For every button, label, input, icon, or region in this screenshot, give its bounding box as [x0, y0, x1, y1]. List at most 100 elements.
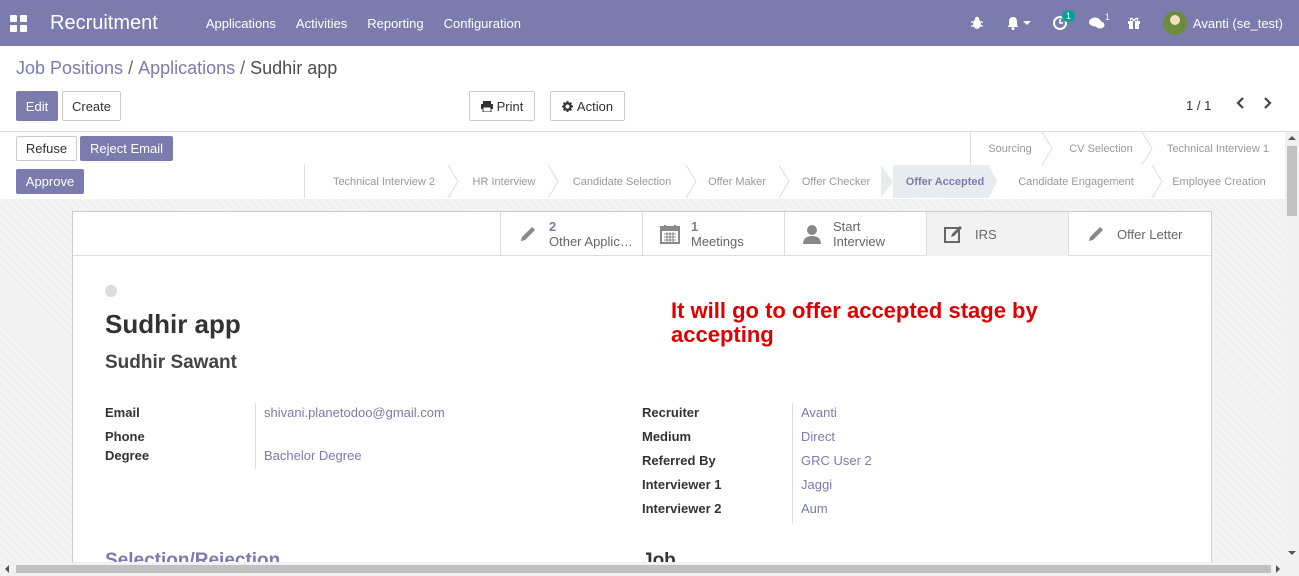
gift-icon[interactable]: [1127, 16, 1141, 30]
breadcrumb-separator: /: [240, 58, 246, 78]
smart-button-bar: 2 Other Applic… 1 Meetings Start Interview …: [73, 212, 1211, 256]
stage-chevron: [778, 165, 790, 198]
stage-chevron: [881, 165, 893, 198]
recruiter-value[interactable]: Avanti: [801, 405, 837, 420]
edit-square-icon: [943, 223, 965, 245]
refuse-button[interactable]: Refuse: [16, 136, 77, 161]
candidate-name: Sudhir Sawant: [105, 352, 237, 373]
email-label: Email: [105, 405, 140, 420]
menu-applications[interactable]: Applications: [206, 16, 276, 31]
other-applications-button[interactable]: 2 Other Applic…: [500, 212, 642, 256]
reject-email-button[interactable]: Reject Email: [80, 136, 173, 161]
breadcrumb-current: Sudhir app: [250, 58, 338, 78]
meetings-count: 1: [691, 219, 699, 234]
apps-menu-icon[interactable]: [0, 0, 36, 46]
start-interview-label-1: Start: [833, 219, 861, 234]
user-avatar[interactable]: [1162, 11, 1187, 35]
stages-row-1: Sourcing CV Selection Technical Intervie…: [970, 132, 1285, 165]
irs-button[interactable]: IRS: [926, 212, 1068, 256]
messages-chat-icon[interactable]: 1: [1088, 12, 1110, 30]
breadcrumb-job-positions[interactable]: Job Positions: [16, 58, 123, 78]
print-label: Print: [496, 98, 524, 114]
interviewer-1-label: Interviewer 1: [642, 477, 722, 492]
action-label: Action: [576, 98, 614, 114]
start-interview-label-2: Interview: [833, 234, 886, 249]
stage-offer-accepted[interactable]: Offer Accepted: [893, 165, 997, 198]
scroll-up-icon[interactable]: [1288, 135, 1296, 141]
top-navbar: Recruitment Applications Activities Repo…: [0, 0, 1299, 46]
stage-chevron: [447, 165, 459, 198]
menu-configuration[interactable]: Configuration: [444, 16, 521, 31]
degree-value[interactable]: Bachelor Degree: [264, 448, 362, 463]
create-button[interactable]: Create: [62, 91, 121, 121]
calendar-icon: [659, 223, 681, 245]
pager-next-icon[interactable]: [1263, 96, 1273, 115]
offer-letter-button[interactable]: Offer Letter: [1068, 212, 1211, 256]
referred-by-value[interactable]: GRC User 2: [801, 453, 872, 468]
stage-technical-interview-2[interactable]: Technical Interview 2: [305, 165, 463, 198]
annotation-note: It will go to offer accepted stage by ac…: [671, 298, 1038, 347]
activity-badge: 1: [1061, 10, 1075, 22]
irs-label: IRS: [975, 226, 997, 242]
email-value[interactable]: shivani.planetodoo@gmail.com: [264, 405, 445, 420]
scroll-down-icon[interactable]: [1288, 550, 1296, 556]
phone-label: Phone: [105, 429, 145, 444]
field-separator: [792, 403, 793, 523]
stage-candidate-engagement[interactable]: Candidate Engagement: [1003, 165, 1149, 198]
form-sheet: 2 Other Applic… 1 Meetings Start Interview …: [72, 211, 1212, 571]
user-name[interactable]: Avanti (se_test): [1193, 16, 1283, 31]
gear-icon: [561, 100, 573, 112]
debug-bug-icon[interactable]: [970, 16, 984, 30]
stage-hr-interview[interactable]: HR Interview: [459, 165, 549, 198]
breadcrumb: Job Positions / Applications / Sudhir app: [16, 58, 337, 79]
stage-offer-maker[interactable]: Offer Maker: [697, 165, 777, 198]
interviewer-2-label: Interviewer 2: [642, 501, 722, 516]
pager-previous-icon[interactable]: [1235, 96, 1245, 115]
vertical-scrollbar[interactable]: [1285, 132, 1299, 562]
recruiter-label: Recruiter: [642, 405, 700, 420]
stage-employee-creation[interactable]: Employee Creation: [1163, 165, 1275, 198]
approve-button[interactable]: Approve: [16, 169, 84, 194]
other-applications-label: Other Applic…: [549, 234, 633, 249]
stage-technical-interview-1[interactable]: Technical Interview 1: [1155, 132, 1281, 165]
horizontal-scrollbar[interactable]: [0, 562, 1299, 576]
edit-button[interactable]: Edit: [16, 91, 58, 121]
stage-chevron: [1151, 165, 1163, 198]
field-separator: [255, 403, 256, 469]
pager-value[interactable]: 1 / 1: [1186, 98, 1211, 113]
print-icon: [480, 100, 493, 112]
stage-cv-selection[interactable]: CV Selection: [1051, 132, 1151, 165]
stage-chevron: [547, 165, 559, 198]
print-button[interactable]: Print: [469, 91, 535, 121]
notification-bell-icon[interactable]: [1006, 16, 1031, 30]
scroll-right-icon[interactable]: [1275, 565, 1281, 573]
interviewer-1-value[interactable]: Jaggi: [801, 477, 832, 492]
other-applications-count: 2: [549, 219, 557, 234]
degree-label: Degree: [105, 448, 150, 463]
horizontal-scroll-thumb[interactable]: [16, 565, 1271, 573]
action-button[interactable]: Action: [550, 91, 625, 121]
referred-by-label: Referred By: [642, 453, 716, 468]
medium-value[interactable]: Direct: [801, 429, 835, 444]
start-interview-button[interactable]: Start Interview: [784, 212, 926, 256]
stage-chevron: [685, 165, 697, 198]
meetings-label: Meetings: [691, 234, 744, 249]
priority-kanban-state-dot[interactable]: [105, 285, 117, 297]
user-icon: [801, 223, 823, 245]
stage-candidate-selection[interactable]: Candidate Selection: [559, 165, 685, 198]
menu-activities[interactable]: Activities: [296, 16, 347, 31]
medium-label: Medium: [642, 429, 692, 444]
breadcrumb-separator: /: [128, 58, 134, 78]
scroll-left-icon[interactable]: [4, 565, 10, 573]
vertical-scroll-thumb[interactable]: [1287, 146, 1297, 216]
activity-clock-icon[interactable]: 1: [1052, 10, 1075, 30]
pencil-icon: [1085, 223, 1107, 245]
stage-offer-checker[interactable]: Offer Checker: [790, 165, 882, 198]
meetings-button[interactable]: 1 Meetings: [642, 212, 784, 256]
app-brand[interactable]: Recruitment: [50, 12, 158, 35]
breadcrumb-applications[interactable]: Applications: [138, 58, 235, 78]
stage-chevron: [1141, 132, 1153, 165]
interviewer-2-value[interactable]: Aum: [801, 501, 828, 516]
stage-sourcing[interactable]: Sourcing: [971, 132, 1049, 165]
menu-reporting[interactable]: Reporting: [367, 16, 423, 31]
